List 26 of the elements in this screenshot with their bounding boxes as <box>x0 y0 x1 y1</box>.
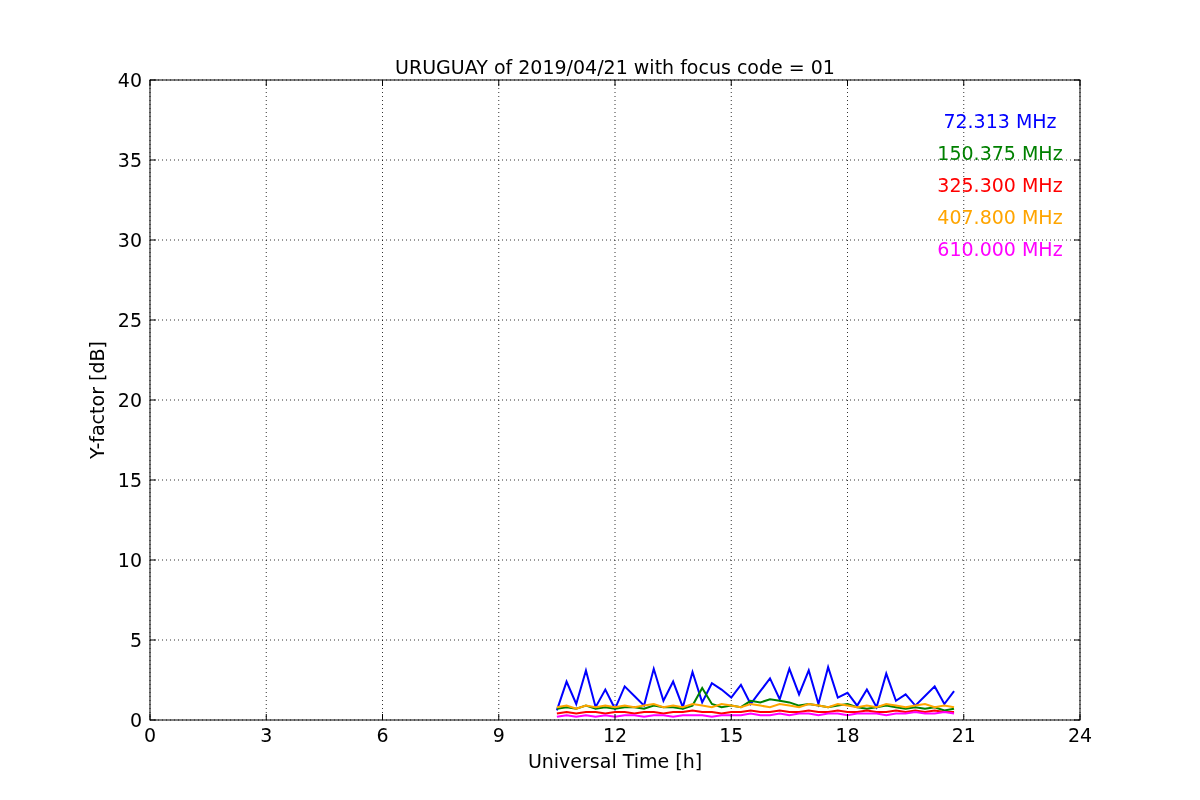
legend-label: 610.000 MHz <box>937 238 1063 260</box>
tick-label: 24 <box>1067 724 1093 746</box>
tick-label: 5 <box>129 629 142 651</box>
legend-label: 72.313 MHz <box>943 110 1057 132</box>
tick-label: 15 <box>719 724 744 746</box>
axis-label: Y-factor [dB] <box>86 341 108 459</box>
legend-label: 407.800 MHz <box>937 206 1063 228</box>
tick-label: 0 <box>143 724 157 746</box>
legend-label: 325.300 MHz <box>937 174 1063 196</box>
tick-label: 6 <box>376 724 389 746</box>
tick-label: 40 <box>117 69 142 91</box>
tick-label: 15 <box>117 469 142 491</box>
tick-label: 10 <box>117 549 142 571</box>
tick-label: 25 <box>117 309 142 331</box>
tick-label: 3 <box>260 724 273 746</box>
tick-label: 20 <box>117 389 142 411</box>
tick-label: 21 <box>951 724 976 746</box>
tick-label: 12 <box>602 724 628 746</box>
tick-label: 0 <box>129 709 142 731</box>
tick-label: 35 <box>117 149 142 171</box>
tick-label: 18 <box>835 724 860 746</box>
chart-title: URUGUAY of 2019/04/21 with focus code = 01 <box>395 56 835 78</box>
legend-label: 150.375 MHz <box>937 142 1063 164</box>
tick-label: 9 <box>492 724 505 746</box>
axis-label: Universal Time [h] <box>527 750 703 772</box>
tick-label: 30 <box>117 229 142 251</box>
